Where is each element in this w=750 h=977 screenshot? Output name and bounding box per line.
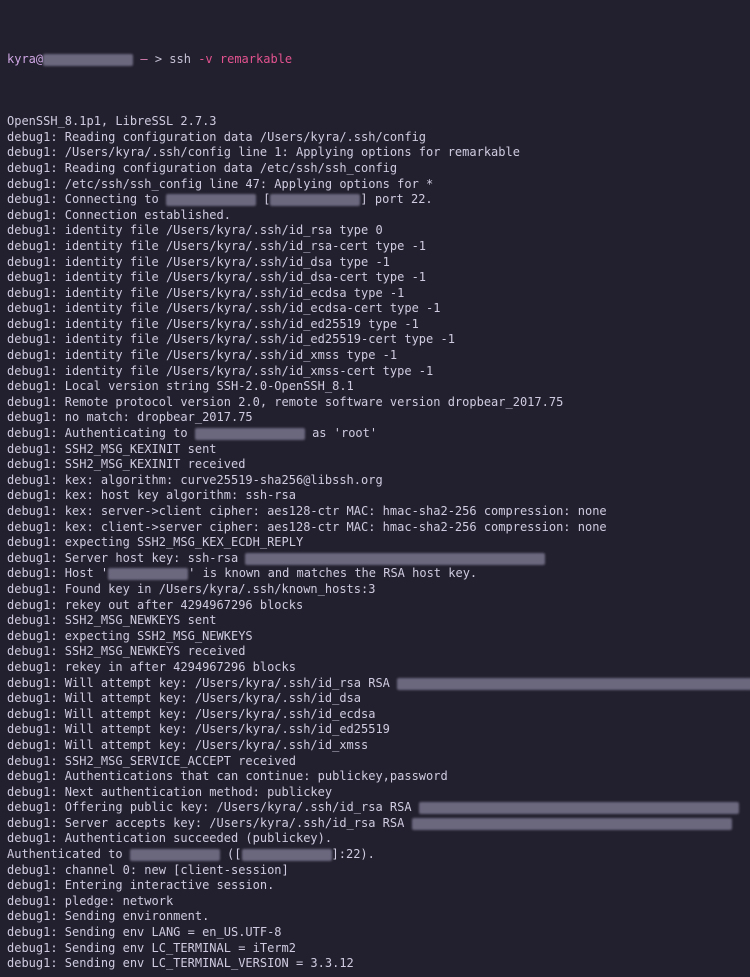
output-line: OpenSSH_8.1p1, LibreSSL 2.7.3: [7, 114, 743, 130]
output-line: debug1: Found key in /Users/kyra/.ssh/kn…: [7, 582, 743, 598]
output-line: debug1: identity file /Users/kyra/.ssh/i…: [7, 364, 743, 380]
output-line: debug1: SSH2_MSG_NEWKEYS sent: [7, 613, 743, 629]
output-line: debug1: SSH2_MSG_KEXINIT received: [7, 457, 743, 473]
output-line: debug1: Will attempt key: /Users/kyra/.s…: [7, 676, 743, 692]
output-line: debug1: Authentication succeeded (public…: [7, 831, 743, 847]
output-line: debug1: Will attempt key: /Users/kyra/.s…: [7, 738, 743, 754]
output-line: debug1: Authenticating to as 'root': [7, 426, 743, 442]
redacted-text: [130, 849, 220, 861]
output-line: debug1: Host '' is known and matches the…: [7, 566, 743, 582]
output-line: debug1: kex: server->client cipher: aes1…: [7, 504, 743, 520]
output-line: debug1: Offering public key: /Users/kyra…: [7, 800, 743, 816]
prompt-line: kyra@ — > ssh -v remarkable: [7, 52, 743, 68]
redacted-text: [108, 568, 188, 580]
redacted-text: [195, 428, 305, 440]
output-line: debug1: Entering interactive session.: [7, 878, 743, 894]
output-line: debug1: Will attempt key: /Users/kyra/.s…: [7, 722, 743, 738]
output-line: debug1: rekey out after 4294967296 block…: [7, 598, 743, 614]
output-line: debug1: Server accepts key: /Users/kyra/…: [7, 816, 743, 832]
output-line: debug1: kex: client->server cipher: aes1…: [7, 520, 743, 536]
terminal-viewport[interactable]: kyra@ — > ssh -v remarkable OpenSSH_8.1p…: [0, 0, 750, 977]
output-line: debug1: identity file /Users/kyra/.ssh/i…: [7, 270, 743, 286]
output-line: debug1: Connecting to [] port 22.: [7, 192, 743, 208]
output-line: debug1: identity file /Users/kyra/.ssh/i…: [7, 255, 743, 271]
output-line: Authenticated to ([]:22).: [7, 847, 743, 863]
prompt-caret: >: [155, 52, 169, 66]
redacted-text: [166, 194, 256, 206]
output-line: debug1: rekey in after 4294967296 blocks: [7, 660, 743, 676]
prompt-separator: —: [133, 52, 155, 66]
output-line: debug1: /etc/ssh/ssh_config line 47: App…: [7, 177, 743, 193]
redacted-text: [245, 553, 545, 565]
output-line: debug1: Sending environment.: [7, 909, 743, 925]
output-line: debug1: SSH2_MSG_SERVICE_ACCEPT received: [7, 754, 743, 770]
output-line: debug1: Reading configuration data /User…: [7, 130, 743, 146]
output-line: debug1: pledge: network: [7, 894, 743, 910]
redacted-text: [412, 818, 732, 830]
output-line: debug1: channel 0: new [client-session]: [7, 863, 743, 879]
output-line: debug1: Will attempt key: /Users/kyra/.s…: [7, 707, 743, 723]
cmd-arg: remarkable: [220, 52, 292, 66]
output-line: debug1: Will attempt key: /Users/kyra/.s…: [7, 691, 743, 707]
output-line: debug1: Next authentication method: publ…: [7, 785, 743, 801]
output-line: debug1: identity file /Users/kyra/.ssh/i…: [7, 286, 743, 302]
prompt-user: kyra@: [7, 52, 43, 66]
output-line: debug1: kex: host key algorithm: ssh-rsa: [7, 488, 743, 504]
output-line: debug1: identity file /Users/kyra/.ssh/i…: [7, 239, 743, 255]
terminal-output: OpenSSH_8.1p1, LibreSSL 2.7.3debug1: Rea…: [7, 114, 743, 972]
output-line: debug1: SSH2_MSG_NEWKEYS received: [7, 644, 743, 660]
redacted-text: [242, 849, 332, 861]
output-line: debug1: Remote protocol version 2.0, rem…: [7, 395, 743, 411]
output-line: debug1: identity file /Users/kyra/.ssh/i…: [7, 301, 743, 317]
cmd-name: ssh: [169, 52, 191, 66]
redacted-hostname: [43, 54, 133, 66]
redacted-text: [397, 678, 750, 690]
output-line: debug1: Local version string SSH-2.0-Ope…: [7, 379, 743, 395]
cmd-flag: -v: [198, 52, 212, 66]
output-line: debug1: expecting SSH2_MSG_KEX_ECDH_REPL…: [7, 535, 743, 551]
output-line: debug1: Connection established.: [7, 208, 743, 224]
redacted-text: [419, 802, 739, 814]
output-line: debug1: SSH2_MSG_KEXINIT sent: [7, 442, 743, 458]
output-line: debug1: Sending env LANG = en_US.UTF-8: [7, 925, 743, 941]
output-line: debug1: expecting SSH2_MSG_NEWKEYS: [7, 629, 743, 645]
output-line: debug1: Sending env LC_TERMINAL = iTerm2: [7, 941, 743, 957]
output-line: debug1: no match: dropbear_2017.75: [7, 410, 743, 426]
output-line: debug1: /Users/kyra/.ssh/config line 1: …: [7, 145, 743, 161]
output-line: debug1: identity file /Users/kyra/.ssh/i…: [7, 348, 743, 364]
output-line: debug1: identity file /Users/kyra/.ssh/i…: [7, 223, 743, 239]
output-line: debug1: Reading configuration data /etc/…: [7, 161, 743, 177]
output-line: debug1: Authentications that can continu…: [7, 769, 743, 785]
output-line: debug1: kex: algorithm: curve25519-sha25…: [7, 473, 743, 489]
output-line: debug1: identity file /Users/kyra/.ssh/i…: [7, 317, 743, 333]
redacted-text: [270, 194, 360, 206]
output-line: debug1: Sending env LC_TERMINAL_VERSION …: [7, 956, 743, 972]
output-line: debug1: Server host key: ssh-rsa: [7, 551, 743, 567]
output-line: debug1: identity file /Users/kyra/.ssh/i…: [7, 332, 743, 348]
